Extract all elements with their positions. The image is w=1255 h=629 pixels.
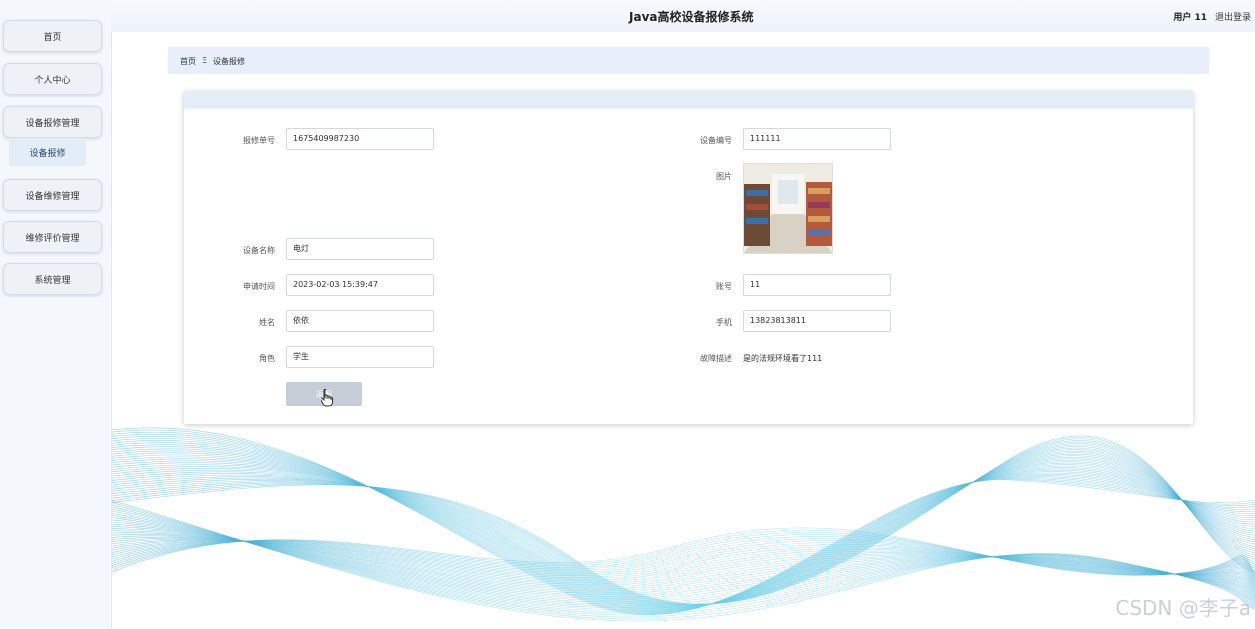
sidebar-item-home[interactable]: 首页: [3, 20, 102, 52]
name-label: 姓名: [259, 318, 275, 327]
sidebar-item-repair-management[interactable]: 设备报修管理: [3, 106, 102, 138]
fault-description-label: 故障描述: [700, 354, 732, 363]
sidebar: 首页 个人中心 设备报修管理 设备报修 设备维修管理 维修评价管理 系统管理: [0, 0, 112, 629]
account-label: 账号: [716, 282, 732, 291]
hand-cursor-icon: [321, 389, 333, 407]
sidebar-subitem-label: 设备报修: [29, 148, 66, 159]
fault-description-value: 是的法规环境看了111: [743, 354, 823, 363]
card-header: [184, 91, 1193, 109]
sidebar-item-evaluation-management[interactable]: 维修评价管理: [3, 221, 102, 253]
image-label: 图片: [716, 172, 732, 181]
name-field[interactable]: 依依: [286, 310, 434, 332]
sidebar-item-label: 个人中心: [34, 75, 71, 86]
apply-time-label: 申请时间: [243, 282, 275, 291]
sidebar-item-label: 首页: [43, 32, 62, 43]
watermark: CSDN @李子a: [1115, 596, 1251, 620]
device-name-label: 设备名称: [243, 246, 275, 255]
sidebar-item-label: 系统管理: [34, 275, 71, 286]
role-field[interactable]: 学生: [286, 346, 434, 368]
sidebar-item-system-management[interactable]: 系统管理: [3, 263, 102, 295]
phone-field[interactable]: 13823813811: [743, 310, 891, 332]
device-name-field[interactable]: 电灯: [286, 238, 434, 260]
breadcrumb: 首页 Ξ 设备报修: [168, 47, 1209, 74]
sidebar-subitem-device-repair[interactable]: 设备报修: [9, 138, 86, 166]
phone-label: 手机: [716, 318, 732, 327]
breadcrumb-separator-icon: Ξ: [202, 56, 208, 65]
logout-link[interactable]: 退出登录: [1215, 10, 1251, 23]
sidebar-item-personal-center[interactable]: 个人中心: [3, 63, 102, 95]
sidebar-item-label: 设备维修管理: [25, 191, 80, 202]
system-title: Java高校设备报修系统: [629, 10, 754, 24]
sidebar-item-label: 设备报修管理: [25, 118, 80, 129]
device-no-label: 设备编号: [700, 136, 732, 145]
device-no-field[interactable]: 111111: [743, 128, 891, 150]
user-name: 用户 11: [1173, 13, 1207, 23]
breadcrumb-home[interactable]: 首页: [180, 56, 196, 67]
repair-no-label: 报修单号: [243, 136, 275, 145]
top-bar: Java高校设备报修系统 用户 11 退出登录: [111, 0, 1255, 32]
account-field[interactable]: 11: [743, 274, 891, 296]
role-label: 角色: [259, 354, 275, 363]
sidebar-item-maintenance-management[interactable]: 设备维修管理: [3, 179, 102, 211]
repair-no-field[interactable]: 1675409987230: [286, 128, 434, 150]
breadcrumb-current: 设备报修: [213, 57, 245, 66]
apply-time-field[interactable]: 2023-02-03 15:39:47: [286, 274, 434, 296]
device-photo: [743, 163, 833, 254]
room-photo-icon: [744, 164, 832, 253]
repair-detail-card: 报修单号 1675409987230 设备编号 111111 图片 设备名称 电…: [184, 91, 1193, 424]
sidebar-item-label: 维修评价管理: [25, 233, 80, 244]
